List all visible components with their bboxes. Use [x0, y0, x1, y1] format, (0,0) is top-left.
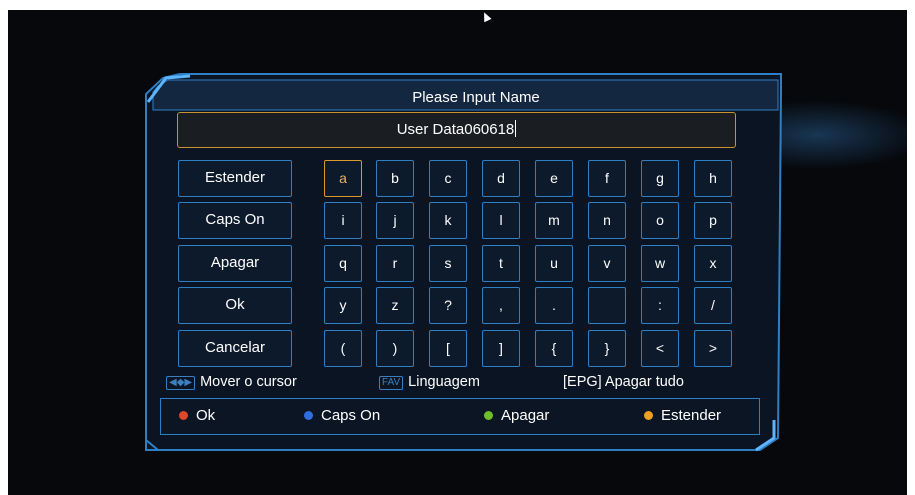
key-d[interactable]: d [482, 160, 520, 197]
legend-apagar-label: Apagar [501, 407, 550, 424]
key-y[interactable]: y [324, 287, 362, 324]
arrows-icon: ◀◆▶ [166, 376, 196, 390]
blue-dot-icon [304, 411, 313, 420]
key-open-bracket[interactable]: [ [429, 330, 467, 367]
tv-screen: Please Input Name User Data060618 Estend… [8, 10, 907, 495]
name-input-value: User Data060618 [396, 121, 515, 138]
key-colon[interactable]: : [641, 287, 679, 324]
legend-estender-label: Estender [661, 407, 722, 424]
legend-estender[interactable]: Estender [644, 399, 721, 433]
key-i[interactable]: i [324, 202, 362, 239]
epg-hint: [EPG] Apagar tudo [563, 374, 684, 390]
key-m[interactable]: m [535, 202, 573, 239]
key-g[interactable]: g [641, 160, 679, 197]
key-h[interactable]: h [694, 160, 732, 197]
key-close-brace[interactable]: } [588, 330, 626, 367]
key-c[interactable]: c [429, 160, 467, 197]
green-dot-icon [484, 411, 493, 420]
key-question[interactable]: ? [429, 287, 467, 324]
key-greater-than[interactable]: > [694, 330, 732, 367]
key-t[interactable]: t [482, 245, 520, 282]
key-period[interactable]: . [535, 287, 573, 324]
key-slash[interactable]: / [694, 287, 732, 324]
key-z[interactable]: z [376, 287, 414, 324]
legend-apagar[interactable]: Apagar [484, 399, 549, 433]
text-caret [515, 120, 517, 137]
move-cursor-hint: ◀◆▶ Mover o cursor [166, 372, 297, 392]
language-hint: FAV Linguagem [379, 372, 480, 392]
key-r[interactable]: r [376, 245, 414, 282]
key-l[interactable]: l [482, 202, 520, 239]
legend-ok-label: Ok [196, 407, 216, 424]
key-x[interactable]: x [694, 245, 732, 282]
key-comma[interactable]: , [482, 287, 520, 324]
key-s[interactable]: s [429, 245, 467, 282]
key-e[interactable]: e [535, 160, 573, 197]
key-less-than[interactable]: < [641, 330, 679, 367]
key-n[interactable]: n [588, 202, 626, 239]
key-a[interactable]: a [324, 160, 362, 197]
red-dot-icon [179, 411, 188, 420]
yellow-dot-icon [644, 411, 653, 420]
key-open-paren[interactable]: ( [324, 330, 362, 367]
fav-icon: FAV [379, 376, 404, 390]
move-cursor-label: Mover o cursor [200, 374, 297, 390]
key-q[interactable]: q [324, 245, 362, 282]
key-o[interactable]: o [641, 202, 679, 239]
legend-caps-on[interactable]: Caps On [304, 399, 380, 433]
key-b[interactable]: b [376, 160, 414, 197]
language-label: Linguagem [408, 374, 480, 390]
ok-button[interactable]: Ok [178, 287, 292, 324]
key-f[interactable]: f [588, 160, 626, 197]
key-w[interactable]: w [641, 245, 679, 282]
cancelar-button[interactable]: Cancelar [178, 330, 292, 367]
key-close-paren[interactable]: ) [376, 330, 414, 367]
legend-ok[interactable]: Ok [179, 399, 215, 433]
key-open-brace[interactable]: { [535, 330, 573, 367]
key-j[interactable]: j [376, 202, 414, 239]
dialog-title: Please Input Name [412, 89, 540, 106]
key-v[interactable]: v [588, 245, 626, 282]
key-close-bracket[interactable]: ] [482, 330, 520, 367]
key-u[interactable]: u [535, 245, 573, 282]
name-input-field[interactable]: User Data060618 [177, 112, 736, 148]
caps-on-button[interactable]: Caps On [178, 202, 292, 239]
key-k[interactable]: k [429, 202, 467, 239]
apagar-button[interactable]: Apagar [178, 245, 292, 282]
legend-caps-on-label: Caps On [321, 407, 381, 424]
key-space[interactable] [588, 287, 626, 324]
estender-button[interactable]: Estender [178, 160, 292, 197]
color-key-legend: Ok Caps On Apagar Estender [160, 398, 760, 435]
key-p[interactable]: p [694, 202, 732, 239]
